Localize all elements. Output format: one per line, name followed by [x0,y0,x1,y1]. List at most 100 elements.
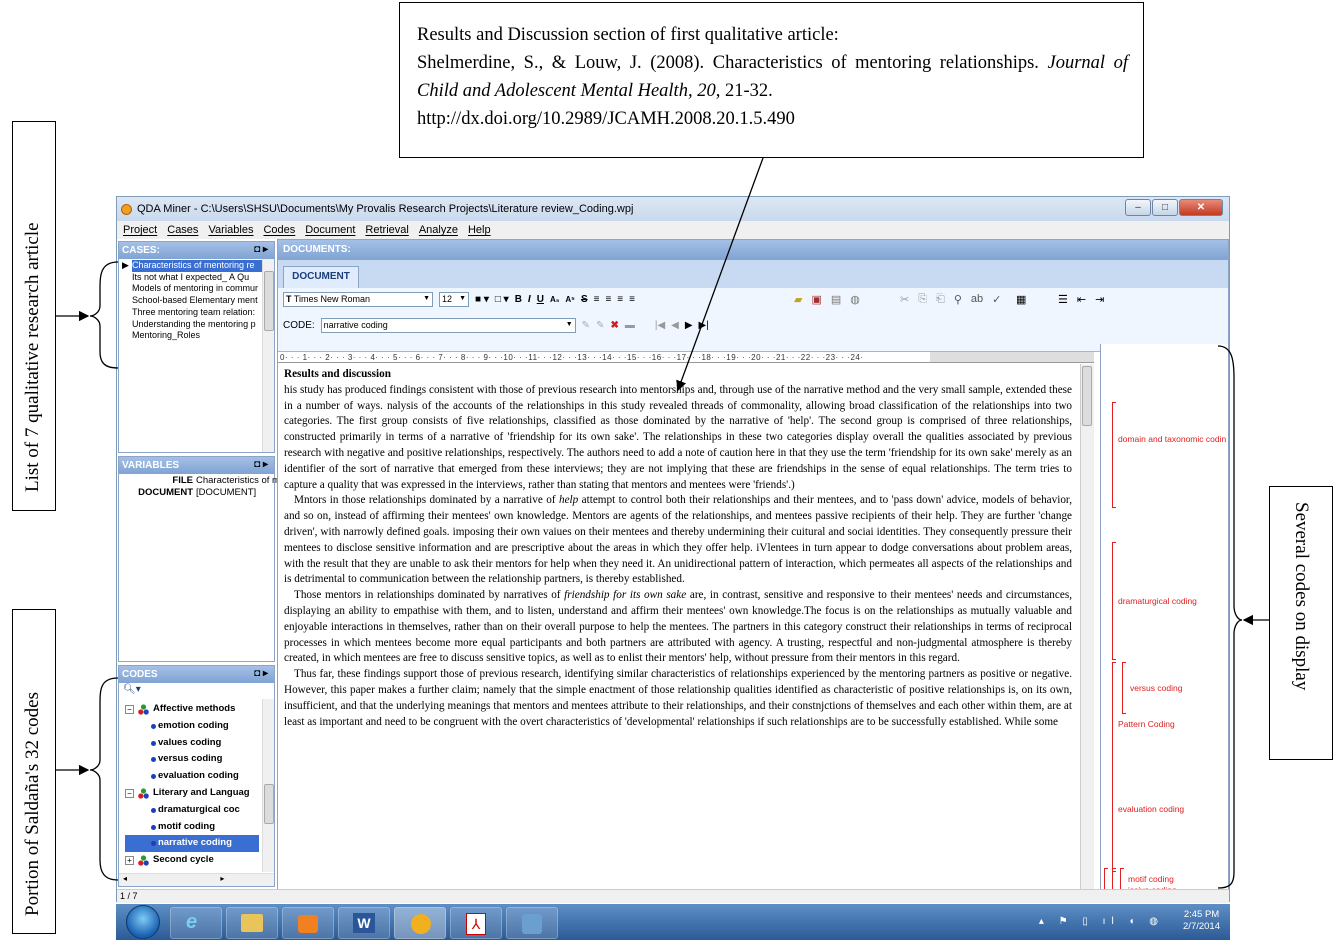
menu-help[interactable]: Help [468,224,491,239]
variable-row-file[interactable]: FILE Characteristics of m [119,474,280,486]
tab-document[interactable]: DOCUMENT [283,266,359,288]
paste-icon[interactable]: ⎗ [936,293,945,306]
next-icon[interactable]: ▶ [685,320,693,331]
code-item[interactable]: versus coding [125,751,259,768]
code-group[interactable]: − Literary and Languag [125,785,259,802]
media-player-icon[interactable] [282,907,334,939]
first-icon[interactable]: |◀ [655,320,665,331]
word-icon[interactable]: W [338,907,390,939]
code-bracket[interactable] [1112,402,1116,508]
search-icon[interactable]: 🔍︎▾ [119,683,274,699]
code-label-dramaturgical[interactable]: dramaturgical coding [1118,596,1197,606]
code-item-selected[interactable]: narrative coding [125,835,259,853]
code-bracket[interactable] [1112,662,1116,872]
superscript-icon[interactable]: A⁵ [565,295,575,304]
code-item[interactable]: evaluation coding [125,768,259,785]
delete-code-icon[interactable]: ✖ [610,320,618,331]
case-item[interactable]: Mentoring_Roles [132,330,262,342]
code-item[interactable]: values coding [125,735,259,752]
menu-codes[interactable]: Codes [263,224,295,239]
close-button[interactable]: ✕ [1179,199,1223,216]
code-bracket[interactable] [1112,542,1116,660]
outdent-icon[interactable]: ⇤ [1077,293,1086,306]
code-apply-icon[interactable]: ✎ [582,320,590,331]
document-scrollbar[interactable] [1080,364,1094,902]
minimize-button[interactable]: – [1125,199,1151,216]
previous-icon[interactable]: ◀ [671,320,679,331]
start-icon[interactable] [126,905,160,939]
menu-project[interactable]: Project [123,224,157,239]
find-icon[interactable]: ⚲ [954,293,962,306]
case-item[interactable]: Characteristics of mentoring re [132,260,262,272]
code-label-motif[interactable]: motif coding [1128,874,1174,884]
cases-scrollbar[interactable] [262,259,274,452]
bullets-icon[interactable]: ☰ [1058,293,1068,306]
pane-menu-icon[interactable]: ◘ ▸ [254,668,268,679]
case-item[interactable]: Understanding the mentoring p [132,319,262,331]
code-label-pattern[interactable]: Pattern Coding [1118,719,1175,729]
network-app-icon[interactable] [506,907,558,939]
codes-scrollbar[interactable] [262,699,274,872]
subscript-icon[interactable]: A₅ [550,295,559,304]
font-select[interactable]: T Times New Roman ▼ [283,292,433,307]
clock[interactable]: 2:45 PM 2/7/2014 [1183,909,1220,933]
codes-hscrollbar[interactable]: ◂ ▸ [119,873,274,886]
code-item[interactable]: motif coding [125,819,259,836]
code-label-versus[interactable]: versus coding [1130,683,1182,693]
menu-retrieval[interactable]: Retrieval [365,224,408,239]
code-bracket[interactable] [1112,868,1116,890]
code-edit-icon[interactable]: ✎ [596,320,604,331]
code-group[interactable]: + Second cycle [125,852,259,869]
background-color-button[interactable]: □ ▾ [495,294,509,305]
code-group[interactable]: − Affective methods [125,701,259,718]
code-item[interactable]: dramaturgical coc [125,802,259,819]
menu-cases[interactable]: Cases [167,224,198,239]
code-label-evaluation[interactable]: evaluation coding [1118,804,1184,814]
code-bracket[interactable] [1104,868,1108,890]
replace-icon[interactable]: ab [971,293,983,306]
text-color-button[interactable]: ■ ▾ [475,294,489,305]
code-label-domain-taxonomic[interactable]: domain and taxonomic codin [1118,434,1226,444]
menu-document[interactable]: Document [305,224,355,239]
pane-menu-icon[interactable]: ◘ ▸ [254,459,268,470]
save-icon[interactable]: ▣ [811,293,821,306]
spellcheck-icon[interactable]: ✓ [992,293,1001,306]
pdf-reader-icon[interactable]: ⅄ [450,907,502,939]
align-left-icon[interactable]: ≡ [594,294,600,305]
file-explorer-icon[interactable] [226,907,278,939]
internet-explorer-icon[interactable]: e [170,907,222,939]
preview-icon[interactable]: ◍ [850,293,860,306]
menu-variables[interactable]: Variables [208,224,253,239]
bold-icon[interactable]: B [515,294,522,305]
system-tray-icons[interactable]: ▴ ⚑ ▯ ıl ◖ ◍ [1039,916,1164,927]
cut-icon[interactable]: ✂ [900,293,909,306]
code-bracket[interactable] [1120,868,1124,890]
open-icon[interactable]: ▰ [794,293,802,306]
copy-icon[interactable]: ⎘ [918,293,927,306]
last-icon[interactable]: ▶| [699,320,709,331]
align-center-icon[interactable]: ≡ [605,294,611,305]
document-text[interactable]: Results and discussion his study has pro… [284,367,1072,730]
justify-icon[interactable]: ≡ [629,294,635,305]
underline-icon[interactable]: U [537,294,544,305]
case-item[interactable]: School-based Elementary ment [132,295,262,307]
case-item[interactable]: Its not what I expected_ A Qu [132,272,262,284]
strikethrough-icon[interactable]: S [581,294,588,305]
code-select[interactable]: narrative coding ▼ [320,318,576,333]
align-right-icon[interactable]: ≡ [617,294,623,305]
case-item[interactable]: Models of mentoring in commur [132,283,262,295]
variable-row-document[interactable]: DOCUMENT [DOCUMENT] [119,486,274,498]
code-bracket[interactable] [1122,662,1126,714]
pane-menu-icon[interactable]: ◘ ▸ [254,244,268,255]
print-icon[interactable]: ▤ [831,293,841,306]
code-item[interactable]: emotion coding [125,718,259,735]
qda-miner-taskbar-icon[interactable] [394,907,446,939]
maximize-button[interactable]: □ [1152,199,1178,216]
menu-analyze[interactable]: Analyze [419,224,458,239]
italic-icon[interactable]: I [528,294,531,305]
case-item[interactable]: Three mentoring team relation: [132,307,262,319]
comment-icon[interactable]: ▬ [625,320,635,331]
properties-icon[interactable]: ▦ [1016,293,1026,306]
indent-icon[interactable]: ⇥ [1095,293,1104,306]
font-size-select[interactable]: 12 ▼ [439,292,469,307]
